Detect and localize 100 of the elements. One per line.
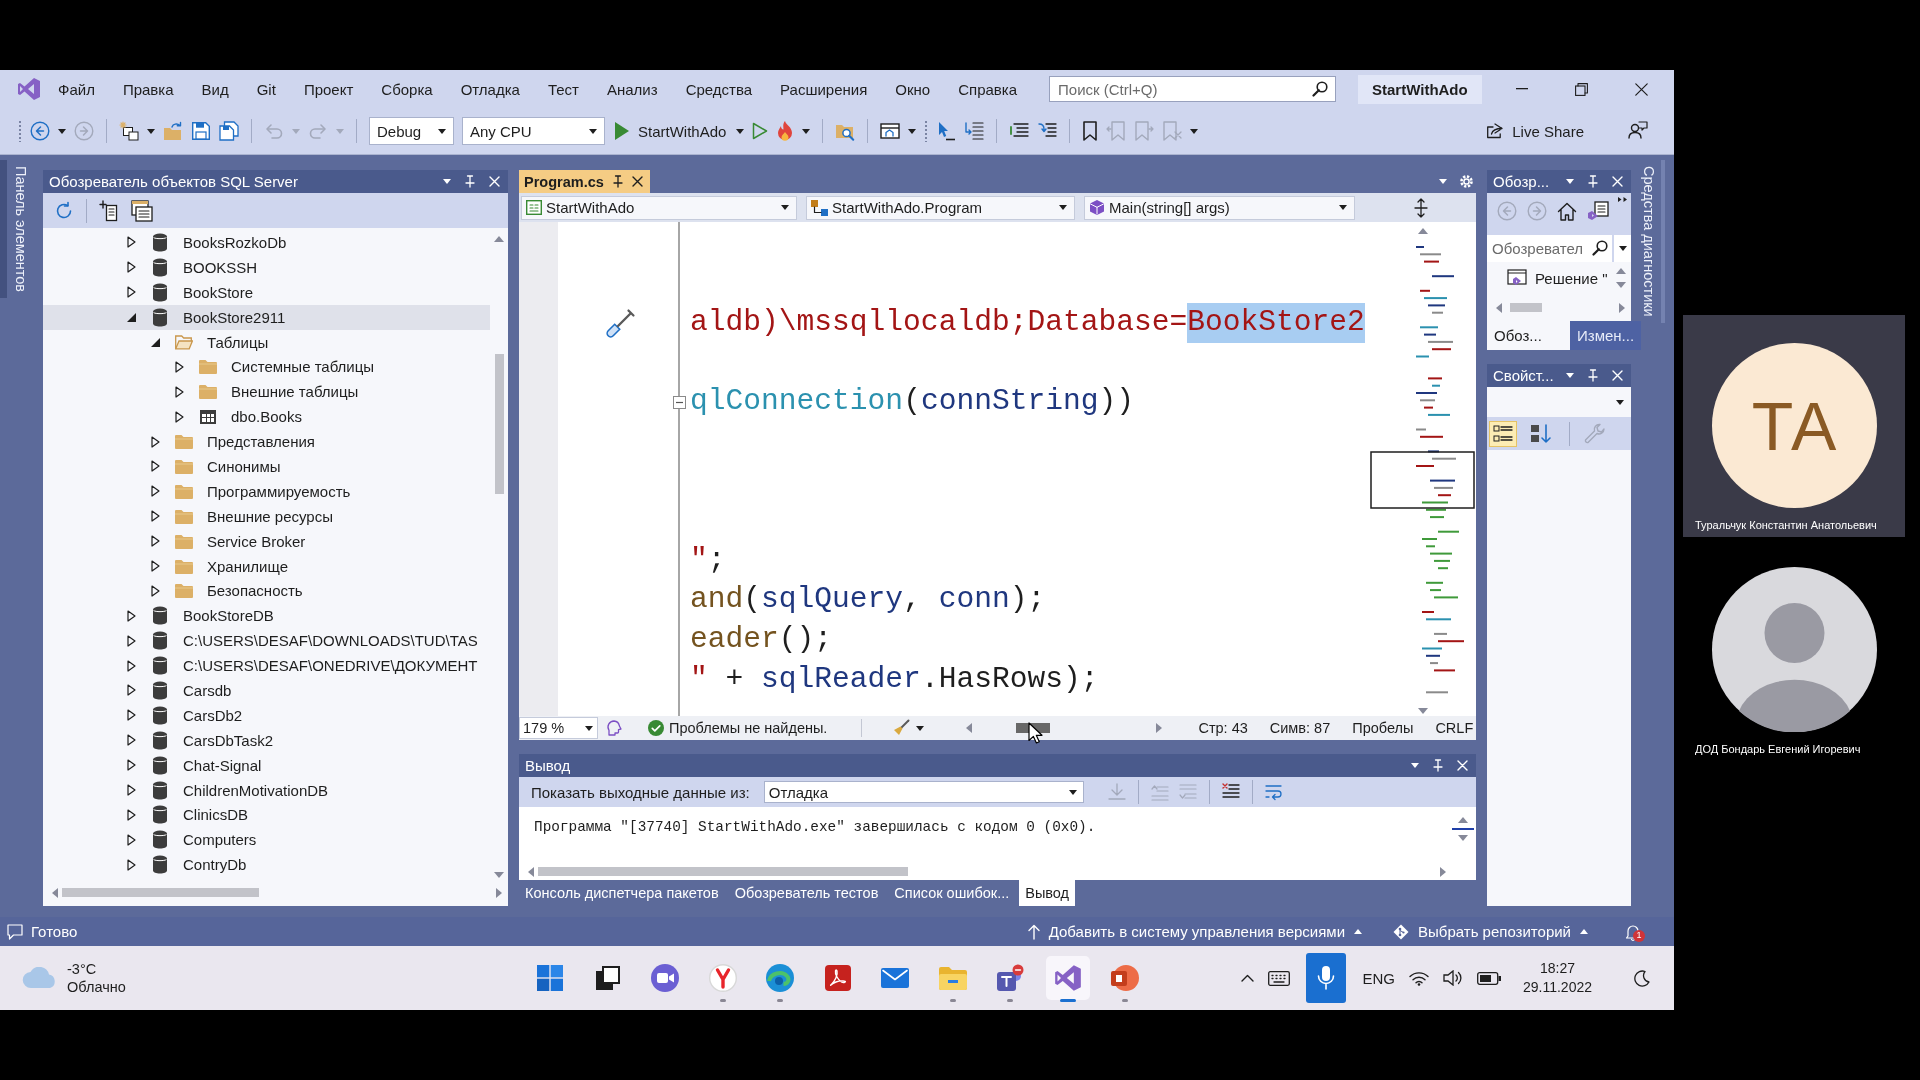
caret-up-icon[interactable] [1580,929,1588,934]
panel-tab[interactable]: Консоль диспетчера пакетов [519,880,725,906]
menu-item[interactable]: Проект [289,77,368,101]
collapsed-arrow-icon[interactable] [126,236,136,249]
tree-item[interactable]: Carsdb [43,678,490,703]
moon-icon[interactable] [1634,969,1650,987]
collapsed-arrow-icon[interactable] [126,634,136,647]
caret-icon[interactable] [147,128,155,134]
task-view-icon[interactable] [595,966,620,990]
clock-time[interactable]: 18:27 [1539,959,1575,978]
swirl-icon[interactable] [766,964,794,992]
save-all-icon[interactable] [219,121,239,141]
collapsed-arrow-icon[interactable] [126,609,136,622]
expanded-arrow-icon[interactable] [126,312,136,322]
temperature[interactable]: -3°C [67,960,126,978]
tree-item[interactable]: BOOKSSH [43,254,490,280]
search-options-dropdown[interactable] [1614,235,1631,262]
collapsed-arrow-icon[interactable] [126,784,136,797]
expanded-arrow-icon[interactable] [150,337,160,347]
screwdriver-icon[interactable] [605,307,637,339]
menu-item[interactable]: Средства [671,77,767,101]
line-ending[interactable]: CRLF [1435,720,1474,736]
tree-item[interactable]: Безопасность [43,578,490,604]
caret-icon[interactable] [1190,128,1199,134]
collapsed-arrow-icon[interactable] [150,460,160,473]
scroll-down-icon[interactable] [494,872,504,878]
collapsed-arrow-icon[interactable] [126,286,136,299]
scroll-up-icon[interactable] [494,236,504,242]
caret-icon[interactable] [1566,373,1574,378]
pdf-icon[interactable] [824,965,851,991]
restore-icon[interactable] [1575,82,1588,96]
weather-condition[interactable]: Облачно [67,978,126,996]
scroll-up-icon[interactable] [1418,228,1428,234]
browser-window-icon[interactable] [880,121,901,141]
close-icon[interactable] [631,176,643,187]
caret-up-icon[interactable] [1354,929,1363,934]
home-icon[interactable] [1557,201,1577,221]
start-menu-icon[interactable] [537,965,563,991]
add-document-icon[interactable] [99,199,119,222]
person-bubble-icon[interactable] [1628,121,1648,141]
caret-icon[interactable] [736,128,745,134]
menu-item[interactable]: Анализ [593,77,672,101]
live-share-button[interactable]: Live Share [1480,118,1590,144]
tree-item[interactable]: dbo.Books [43,404,490,430]
collapsed-arrow-icon[interactable] [150,435,160,448]
collapsed-arrow-icon[interactable] [150,485,160,498]
tree-item[interactable]: ChildrenMotivationDB [43,777,490,803]
whitespace-mode[interactable]: Пробелы [1352,720,1414,736]
collapsed-arrow-icon[interactable] [126,858,136,871]
clock-date[interactable]: 29.11.2022 [1522,978,1592,997]
search-icon[interactable] [1312,81,1328,97]
tree-item[interactable]: Программируемость [43,478,490,504]
panel-tab[interactable]: Список ошибок... [888,880,1016,906]
scroll-right-icon[interactable] [1440,866,1446,877]
gear-icon[interactable] [1459,174,1474,189]
platform-dropdown[interactable]: Any CPU [462,117,605,145]
tree-item[interactable]: ContryDb [43,852,490,878]
new-window-icon[interactable] [119,121,139,141]
head-outline-icon[interactable] [606,720,622,736]
scroll-left-icon[interactable] [52,887,58,898]
tree-item[interactable]: CarsDb2 [43,702,490,728]
tree-item[interactable]: Представления [43,429,490,454]
video-camera-icon[interactable] [651,964,679,992]
menu-item[interactable]: Окно [881,77,945,101]
tree-item[interactable]: Хранилище [43,553,490,579]
collapsed-arrow-icon[interactable] [174,360,184,373]
collapsed-arrow-icon[interactable] [150,535,160,548]
scroll-up-icon[interactable] [1616,268,1626,274]
scroll-up-icon[interactable] [1458,817,1468,823]
document-logo-icon[interactable] [1587,201,1609,221]
navigation-dropdown[interactable]: Main(string[] args) [1084,195,1355,220]
pointer-icon[interactable] [936,121,957,141]
caret-icon[interactable] [58,128,66,134]
tree-item[interactable]: BookStore [43,279,490,305]
tree-item[interactable]: C:\USERS\DESAF\ONEDRIVE\ДОКУМЕНТ [43,653,490,679]
scroll-right-icon[interactable] [496,887,502,898]
tree-item[interactable]: Service Broker [43,528,490,554]
output-source-dropdown[interactable]: Отладка [763,781,1084,803]
search-field[interactable]: Обозревател [1487,235,1612,262]
collapsed-arrow-icon[interactable] [126,709,136,722]
collapsed-arrow-icon[interactable] [150,560,160,572]
scroll-down-icon[interactable] [1418,708,1428,714]
play-outline-icon[interactable] [752,122,769,140]
brush-icon[interactable] [892,719,911,737]
toolbox-tab[interactable]: Панель элементов [0,160,32,298]
tree-item[interactable]: C:\USERS\DESAF\DOWNLOADS\TUD\TAS [43,628,490,654]
caret-icon[interactable] [908,128,917,134]
configuration-dropdown[interactable]: Debug [369,117,454,145]
collapsed-arrow-icon[interactable] [126,808,136,821]
collapsed-arrow-icon[interactable] [126,659,136,672]
scroll-right-icon[interactable] [1156,723,1163,733]
menu-item[interactable]: Расширения [766,77,882,101]
tree-item[interactable]: CarsDbTask2 [43,727,490,753]
envelope-icon[interactable] [881,968,909,988]
collapsed-arrow-icon[interactable] [174,385,184,398]
menu-item[interactable]: Сборка [367,77,447,101]
navigation-dropdown[interactable]: StartWithAdo.Program [806,195,1075,220]
caret-icon[interactable] [1411,763,1419,768]
minimize-icon[interactable] [1516,88,1528,90]
search-field[interactable]: Поиск (Ctrl+Q) [1049,76,1336,102]
